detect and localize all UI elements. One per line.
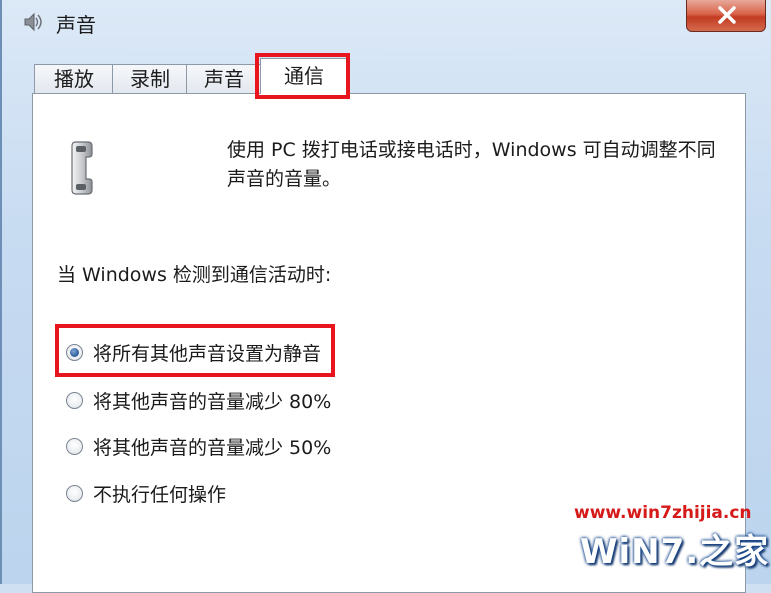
description-line-1: 使用 PC 拨打电话或接电话时，Windows 可自动调整不同 — [227, 139, 716, 161]
option-label: 不执行任何操作 — [93, 483, 227, 506]
watermark-url: www.win7zhijia.cn — [574, 503, 752, 523]
radio-button[interactable] — [66, 484, 83, 502]
watermark-logo: WiN7.之家 — [580, 532, 770, 572]
option-label: 将其他声音的音量减少 80% — [93, 390, 332, 413]
tab-highlight-box — [255, 53, 350, 99]
window-title: 声音 — [56, 13, 96, 37]
radio-button[interactable] — [66, 391, 83, 409]
speaker-icon — [22, 11, 44, 33]
option-do-nothing[interactable]: 不执行任何操作 — [66, 479, 226, 507]
description-line-2: 声音的音量。 — [227, 168, 342, 190]
group-label: 当 Windows 检测到通信活动时: — [57, 264, 332, 286]
sound-dialog: 声音 播放 录制 声音 通信 使用 PC 拨打电话或接电话时，Windows 可… — [0, 0, 771, 593]
option-label: 将其他声音的音量减少 50% — [93, 436, 332, 459]
close-button[interactable] — [686, 0, 766, 32]
option-reduce-50[interactable]: 将其他声音的音量减少 50% — [66, 432, 331, 460]
title-bar[interactable]: 声音 — [2, 0, 771, 48]
description-text: 使用 PC 拨打电话或接电话时，Windows 可自动调整不同 声音的音量。 — [227, 136, 732, 194]
option-reduce-80[interactable]: 将其他声音的音量减少 80% — [66, 386, 331, 414]
tab-recording[interactable]: 录制 — [112, 64, 188, 93]
radio-button[interactable] — [66, 437, 83, 455]
telephone-icon — [62, 140, 102, 200]
tab-playback[interactable]: 播放 — [34, 64, 114, 93]
tab-sounds[interactable]: 声音 — [186, 64, 262, 93]
close-icon — [718, 6, 736, 24]
option-highlight-box — [55, 324, 335, 377]
